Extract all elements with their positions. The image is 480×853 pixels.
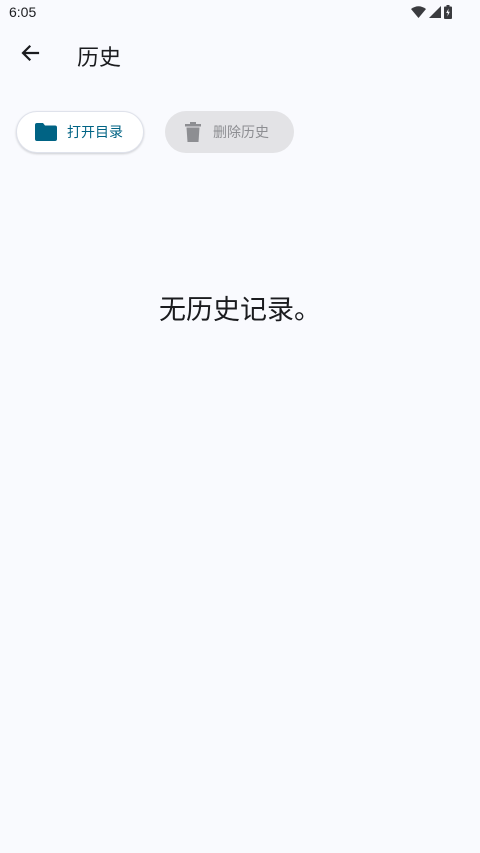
delete-history-button[interactable]: 删除历史	[165, 111, 294, 153]
arrow-back-icon	[20, 43, 40, 67]
status-time: 6:05	[9, 4, 37, 20]
status-bar: 6:05	[0, 0, 480, 26]
battery-charging-icon	[444, 5, 452, 19]
wifi-icon	[411, 6, 426, 18]
status-icons	[411, 5, 452, 19]
open-directory-label: 打开目录	[67, 125, 123, 141]
folder-icon	[35, 123, 57, 141]
top-app-bar: 历史	[0, 26, 480, 84]
back-button[interactable]	[10, 35, 50, 75]
cell-signal-icon	[429, 6, 441, 18]
delete-history-label: 删除历史	[213, 125, 269, 141]
open-directory-button[interactable]: 打开目录	[16, 111, 144, 153]
history-screen: 6:05 历史 打开目录 删除历史 无历史记录。	[0, 0, 480, 853]
trash-icon	[185, 122, 201, 142]
empty-state-message: 无历史记录。	[159, 295, 321, 326]
page-title: 历史	[77, 46, 122, 71]
